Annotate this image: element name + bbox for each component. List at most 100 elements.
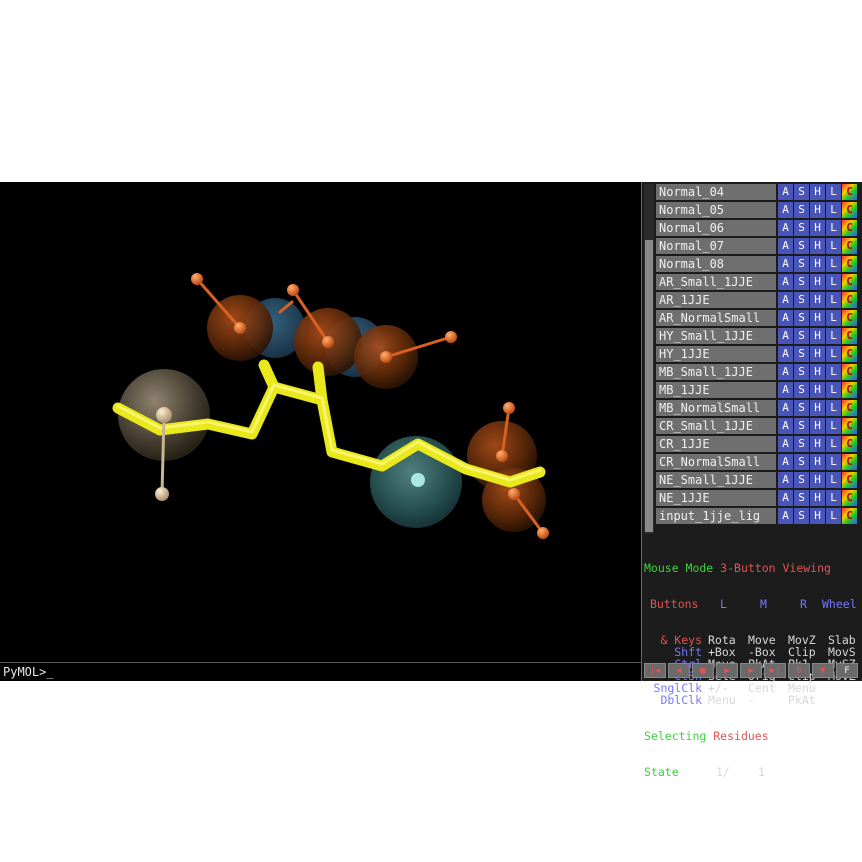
label-button[interactable]: L xyxy=(826,382,841,398)
stop-icon[interactable]: ■ xyxy=(692,663,714,678)
show-button[interactable]: S xyxy=(794,202,809,218)
back-icon[interactable]: ◀ xyxy=(668,663,690,678)
action-button[interactable]: A xyxy=(778,418,793,434)
show-button[interactable]: S xyxy=(794,364,809,380)
hide-button[interactable]: H xyxy=(810,472,825,488)
color-button[interactable]: C xyxy=(842,256,857,272)
object-name[interactable]: CR_1JJE xyxy=(656,436,776,452)
object-list-scrollbar[interactable] xyxy=(644,184,654,534)
label-button[interactable]: L xyxy=(826,274,841,290)
color-button[interactable]: C xyxy=(842,454,857,470)
show-button[interactable]: S xyxy=(794,454,809,470)
object-name[interactable]: MB_1JJE xyxy=(656,382,776,398)
action-button[interactable]: A xyxy=(778,346,793,362)
show-button[interactable]: S xyxy=(794,274,809,290)
label-button[interactable]: L xyxy=(826,364,841,380)
molecule-viewport[interactable] xyxy=(0,182,641,662)
show-button[interactable]: S xyxy=(794,346,809,362)
color-button[interactable]: C xyxy=(842,418,857,434)
show-button[interactable]: S xyxy=(794,184,809,200)
color-button[interactable]: C xyxy=(842,346,857,362)
object-name[interactable]: NE_1JJE xyxy=(656,490,776,506)
color-button[interactable]: C xyxy=(842,202,857,218)
label-button[interactable]: L xyxy=(826,400,841,416)
action-button[interactable]: A xyxy=(778,472,793,488)
hide-button[interactable]: H xyxy=(810,400,825,416)
selecting-value[interactable]: Residues xyxy=(713,729,768,743)
hide-button[interactable]: H xyxy=(810,328,825,344)
action-button[interactable]: A xyxy=(778,274,793,290)
hide-button[interactable]: H xyxy=(810,490,825,506)
color-button[interactable]: C xyxy=(842,310,857,326)
show-button[interactable]: S xyxy=(794,508,809,524)
label-button[interactable]: L xyxy=(826,238,841,254)
label-button[interactable]: L xyxy=(826,292,841,308)
show-button[interactable]: S xyxy=(794,472,809,488)
color-button[interactable]: C xyxy=(842,328,857,344)
show-button[interactable]: S xyxy=(794,436,809,452)
rewind-icon[interactable]: |◀ xyxy=(644,663,666,678)
label-button[interactable]: L xyxy=(826,436,841,452)
label-button[interactable]: L xyxy=(826,256,841,272)
label-button[interactable]: L xyxy=(826,346,841,362)
color-button[interactable]: C xyxy=(842,364,857,380)
action-button[interactable]: A xyxy=(778,292,793,308)
object-name[interactable]: input_1jje_lig xyxy=(656,508,776,524)
action-button[interactable]: A xyxy=(778,382,793,398)
forward-icon[interactable]: ▶ xyxy=(740,663,762,678)
molecule-render[interactable] xyxy=(0,182,641,662)
hide-button[interactable]: H xyxy=(810,238,825,254)
label-button[interactable]: L xyxy=(826,202,841,218)
object-name[interactable]: Normal_04 xyxy=(656,184,776,200)
object-name[interactable]: Normal_07 xyxy=(656,238,776,254)
hide-button[interactable]: H xyxy=(810,418,825,434)
action-button[interactable]: A xyxy=(778,436,793,452)
hide-button[interactable]: H xyxy=(810,508,825,524)
color-button[interactable]: C xyxy=(842,508,857,524)
action-button[interactable]: A xyxy=(778,508,793,524)
object-name[interactable]: NE_Small_1JJE xyxy=(656,472,776,488)
label-button[interactable]: L xyxy=(826,328,841,344)
show-button[interactable]: S xyxy=(794,418,809,434)
hide-button[interactable]: H xyxy=(810,220,825,236)
hide-button[interactable]: H xyxy=(810,256,825,272)
action-button[interactable]: A xyxy=(778,256,793,272)
label-button[interactable]: L xyxy=(826,418,841,434)
color-button[interactable]: C xyxy=(842,490,857,506)
hide-button[interactable]: H xyxy=(810,202,825,218)
label-button[interactable]: L xyxy=(826,454,841,470)
show-button[interactable]: S xyxy=(794,400,809,416)
label-button[interactable]: L xyxy=(826,490,841,506)
scrollbar-thumb[interactable] xyxy=(645,240,653,532)
action-button[interactable]: A xyxy=(778,202,793,218)
show-button[interactable]: S xyxy=(794,490,809,506)
hide-button[interactable]: H xyxy=(810,346,825,362)
label-button[interactable]: L xyxy=(826,310,841,326)
show-button[interactable]: S xyxy=(794,328,809,344)
show-button[interactable]: S xyxy=(794,220,809,236)
color-button[interactable]: C xyxy=(842,472,857,488)
action-button[interactable]: A xyxy=(778,238,793,254)
color-button[interactable]: C xyxy=(842,274,857,290)
object-name[interactable]: CR_Small_1JJE xyxy=(656,418,776,434)
show-button[interactable]: S xyxy=(794,238,809,254)
object-name[interactable]: AR_Small_1JJE xyxy=(656,274,776,290)
command-line[interactable]: PyMOL>_ xyxy=(0,662,641,681)
color-button[interactable]: C xyxy=(842,238,857,254)
color-button[interactable]: C xyxy=(842,184,857,200)
color-button[interactable]: C xyxy=(842,220,857,236)
object-name[interactable]: HY_Small_1JJE xyxy=(656,328,776,344)
dropdown-icon[interactable]: ▼ xyxy=(812,663,834,678)
action-button[interactable]: A xyxy=(778,490,793,506)
mouse-mode-value[interactable]: 3-Button Viewing xyxy=(720,561,831,575)
object-name[interactable]: MB_Small_1JJE xyxy=(656,364,776,380)
object-name[interactable]: AR_NormalSmall xyxy=(656,310,776,326)
action-button[interactable]: A xyxy=(778,184,793,200)
hide-button[interactable]: H xyxy=(810,436,825,452)
color-button[interactable]: C xyxy=(842,400,857,416)
object-name[interactable]: HY_1JJE xyxy=(656,346,776,362)
fullscreen-icon[interactable]: F xyxy=(836,663,858,678)
hide-button[interactable]: H xyxy=(810,364,825,380)
label-button[interactable]: L xyxy=(826,472,841,488)
action-button[interactable]: A xyxy=(778,364,793,380)
